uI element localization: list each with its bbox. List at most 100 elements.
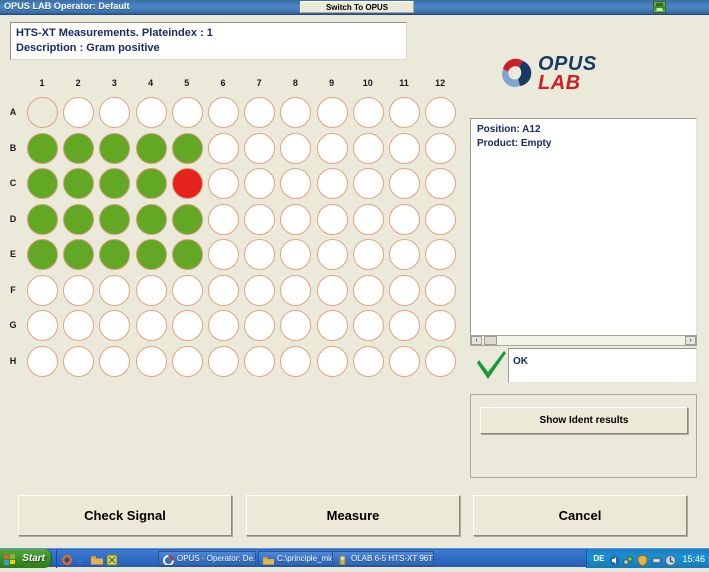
taskbar-task-opus[interactable]: OPUS - Operator: De... [158, 551, 256, 566]
well-B10[interactable] [353, 133, 384, 164]
well-F6[interactable] [208, 275, 239, 306]
well-C5[interactable] [172, 168, 203, 199]
well-D3[interactable] [99, 204, 130, 235]
well-E11[interactable] [389, 239, 420, 270]
well-H8[interactable] [280, 346, 311, 377]
info-panel-horizontal-scrollbar[interactable]: ‹ › [470, 335, 697, 346]
well-G10[interactable] [353, 310, 384, 341]
well-G8[interactable] [280, 310, 311, 341]
well-F5[interactable] [172, 275, 203, 306]
well-F10[interactable] [353, 275, 384, 306]
well-H11[interactable] [389, 346, 420, 377]
well-D12[interactable] [425, 204, 456, 235]
scroll-left-arrow-icon[interactable]: ‹ [471, 336, 482, 345]
well-E1[interactable] [27, 239, 58, 270]
well-G12[interactable] [425, 310, 456, 341]
well-A3[interactable] [99, 97, 130, 128]
well-G2[interactable] [63, 310, 94, 341]
well-F3[interactable] [99, 275, 130, 306]
folder-icon[interactable] [91, 553, 103, 565]
well-E8[interactable] [280, 239, 311, 270]
well-G7[interactable] [244, 310, 275, 341]
well-D5[interactable] [172, 204, 203, 235]
well-E12[interactable] [425, 239, 456, 270]
well-B4[interactable] [136, 133, 167, 164]
well-B6[interactable] [208, 133, 239, 164]
well-D1[interactable] [27, 204, 58, 235]
well-C9[interactable] [317, 168, 348, 199]
well-B5[interactable] [172, 133, 203, 164]
well-A1[interactable] [27, 97, 58, 128]
language-indicator[interactable]: DE [593, 554, 604, 563]
well-D4[interactable] [136, 204, 167, 235]
well-F2[interactable] [63, 275, 94, 306]
well-A5[interactable] [172, 97, 203, 128]
well-A7[interactable] [244, 97, 275, 128]
well-A11[interactable] [389, 97, 420, 128]
well-C12[interactable] [425, 168, 456, 199]
start-button[interactable]: Start [0, 549, 52, 568]
well-A10[interactable] [353, 97, 384, 128]
well-B7[interactable] [244, 133, 275, 164]
well-D10[interactable] [353, 204, 384, 235]
security-icon[interactable] [637, 553, 648, 564]
show-ident-results-button[interactable]: Show Ident results [480, 407, 688, 434]
well-C8[interactable] [280, 168, 311, 199]
well-E10[interactable] [353, 239, 384, 270]
taskbar-task-olab[interactable]: OLAB 6-5 HTS-XT 96T... [332, 551, 434, 566]
well-F9[interactable] [317, 275, 348, 306]
volume-icon[interactable] [609, 553, 620, 564]
well-E9[interactable] [317, 239, 348, 270]
well-H5[interactable] [172, 346, 203, 377]
well-A4[interactable] [136, 97, 167, 128]
update-icon[interactable] [665, 553, 676, 564]
well-C6[interactable] [208, 168, 239, 199]
well-G3[interactable] [99, 310, 130, 341]
well-G4[interactable] [136, 310, 167, 341]
well-B11[interactable] [389, 133, 420, 164]
well-C7[interactable] [244, 168, 275, 199]
well-H12[interactable] [425, 346, 456, 377]
well-H1[interactable] [27, 346, 58, 377]
well-A12[interactable] [425, 97, 456, 128]
well-C2[interactable] [63, 168, 94, 199]
well-A8[interactable] [280, 97, 311, 128]
well-C1[interactable] [27, 168, 58, 199]
measure-button[interactable]: Measure [246, 495, 460, 536]
well-A9[interactable] [317, 97, 348, 128]
network-icon[interactable] [623, 553, 634, 564]
well-F11[interactable] [389, 275, 420, 306]
well-B8[interactable] [280, 133, 311, 164]
app-icon[interactable] [106, 553, 118, 565]
media-player-icon[interactable] [61, 553, 73, 565]
printer-icon[interactable] [653, 1, 666, 13]
well-E6[interactable] [208, 239, 239, 270]
well-H6[interactable] [208, 346, 239, 377]
well-B2[interactable] [63, 133, 94, 164]
well-D9[interactable] [317, 204, 348, 235]
well-A2[interactable] [63, 97, 94, 128]
well-A6[interactable] [208, 97, 239, 128]
scroll-right-arrow-icon[interactable]: › [685, 336, 696, 345]
well-D6[interactable] [208, 204, 239, 235]
well-G5[interactable] [172, 310, 203, 341]
well-E7[interactable] [244, 239, 275, 270]
microplate-grid[interactable]: 123456789101112ABCDEFGH [0, 70, 468, 390]
internet-explorer-icon[interactable]: e [76, 553, 88, 565]
well-B3[interactable] [99, 133, 130, 164]
well-H4[interactable] [136, 346, 167, 377]
well-G9[interactable] [317, 310, 348, 341]
well-F7[interactable] [244, 275, 275, 306]
well-G6[interactable] [208, 310, 239, 341]
well-F4[interactable] [136, 275, 167, 306]
well-H9[interactable] [317, 346, 348, 377]
well-G11[interactable] [389, 310, 420, 341]
well-E3[interactable] [99, 239, 130, 270]
well-F12[interactable] [425, 275, 456, 306]
scrollbar-thumb[interactable] [484, 336, 497, 345]
well-D2[interactable] [63, 204, 94, 235]
check-signal-button[interactable]: Check Signal [18, 495, 232, 536]
well-G1[interactable] [27, 310, 58, 341]
well-D7[interactable] [244, 204, 275, 235]
well-C4[interactable] [136, 168, 167, 199]
